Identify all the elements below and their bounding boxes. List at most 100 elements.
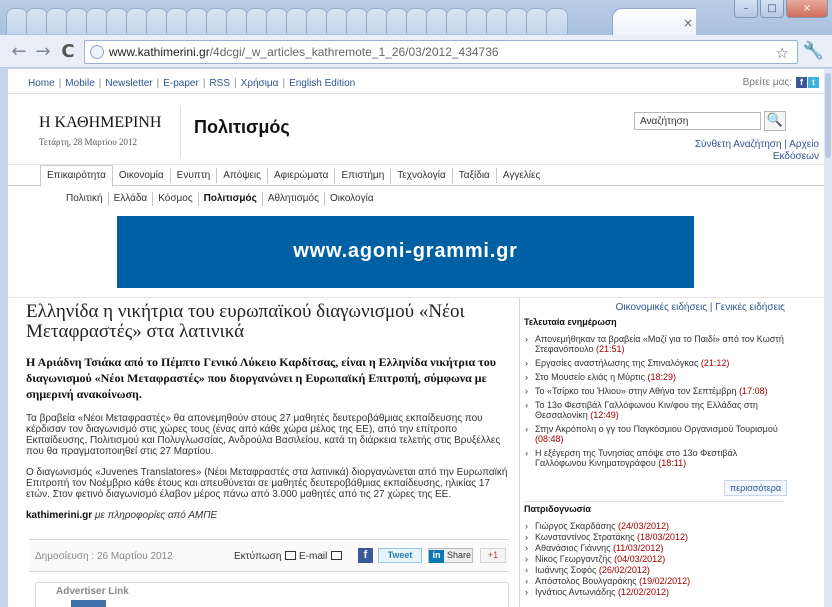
subnav-culture[interactable]: Πολιτισμός: [199, 192, 263, 206]
back-icon[interactable]: ←: [8, 41, 30, 63]
latest-news-item[interactable]: Απονεμήθηκαν τα βραβεία «Μαζί για το Παι…: [525, 334, 785, 354]
tab-shape[interactable]: [466, 8, 488, 34]
tab-shape[interactable]: [446, 8, 468, 34]
nav-tab-current-affairs[interactable]: Επικαιρότητα: [40, 165, 113, 187]
subnav-sports[interactable]: Αθλητισμός: [263, 192, 325, 206]
tab-shape[interactable]: [206, 8, 228, 34]
page-scrollbar[interactable]: [824, 69, 832, 607]
tab-shape[interactable]: [226, 8, 248, 34]
advertiser-link-box[interactable]: Advertiser Link: [35, 582, 509, 607]
tab-shape[interactable]: [426, 8, 448, 34]
tab-shape[interactable]: [526, 8, 548, 34]
nav-tab-technology[interactable]: Τεχνολογία: [391, 168, 453, 183]
nav-tab-science[interactable]: Επιστήμη: [335, 168, 392, 183]
twitter-icon[interactable]: t: [808, 77, 819, 88]
tab-shape[interactable]: [146, 8, 168, 34]
tab-shape[interactable]: [246, 8, 268, 34]
latest-news-item[interactable]: Στο Μουσείο ελιάς η Μύρτις (18:29): [525, 372, 785, 382]
printer-icon: [285, 551, 297, 560]
advertisement-banner[interactable]: www.agoni-grammi.gr: [117, 216, 694, 288]
tab-close-icon[interactable]: ×: [681, 16, 695, 30]
nav-tab-print[interactable]: Ενυπτη: [171, 168, 218, 183]
more-button[interactable]: περισσότερα: [724, 480, 787, 496]
address-bar[interactable]: www.kathimerini.gr/4dcgi/_w_articles_kat…: [84, 40, 798, 64]
subnav-world[interactable]: Κόσμος: [153, 192, 199, 206]
latest-news-item[interactable]: Εργασίες αναστήλωσης της Σπιναλόγκας (21…: [525, 358, 785, 368]
tab-shape[interactable]: [266, 8, 288, 34]
scrollbar-thumb[interactable]: [825, 73, 831, 158]
tab-shape[interactable]: [546, 8, 568, 34]
tab-shape[interactable]: [126, 8, 148, 34]
banner-url[interactable]: www.agoni-grammi.gr: [117, 240, 694, 263]
source-site[interactable]: kathimerini.gr: [26, 510, 92, 521]
column-author-item[interactable]: Γιώργος Σκαρδάσης (24/03/2012): [525, 521, 785, 531]
column-author-item[interactable]: Νίκος Γεωργαντζής (04/03/2012): [525, 554, 785, 564]
subnav-ecology[interactable]: Οικολογία: [325, 192, 379, 206]
tab-shape[interactable]: [6, 8, 28, 34]
site-brand[interactable]: Η ΚΑΘΗΜΕΡΙΝΗ Τετάρτη, 28 Μαρτίου 2012: [39, 114, 169, 154]
nav-tab-opinions[interactable]: Απόψεις: [217, 168, 268, 183]
tab-shape[interactable]: [106, 8, 128, 34]
search-icon[interactable]: 🔍: [764, 111, 786, 131]
tab-shape[interactable]: [346, 8, 368, 34]
top-link-epaper[interactable]: E-paper: [163, 78, 199, 89]
facebook-icon[interactable]: f: [796, 77, 807, 88]
close-window-button[interactable]: ×: [786, 0, 828, 18]
google-plus-button[interactable]: +1: [480, 548, 506, 563]
tab-shape[interactable]: [286, 8, 308, 34]
reload-icon[interactable]: C: [57, 41, 79, 63]
tab-shape[interactable]: [26, 8, 48, 34]
column-author-item[interactable]: Απόστολος Βουλγαράκης (19/02/2012): [525, 576, 785, 586]
email-button[interactable]: E-mail: [299, 551, 343, 562]
top-link-english-edition[interactable]: English Edition: [289, 78, 355, 89]
minimize-button[interactable]: –: [734, 0, 758, 18]
advanced-search-links[interactable]: Σύνθετη Αναζήτηση | Αρχείο Εκδόσεων: [659, 139, 819, 163]
url-text[interactable]: www.kathimerini.gr/4dcgi/_w_articles_kat…: [109, 45, 499, 59]
tab-shape[interactable]: [326, 8, 348, 34]
facebook-share-icon[interactable]: f: [358, 548, 373, 563]
tab-shape[interactable]: [46, 8, 68, 34]
settings-wrench-icon[interactable]: 🔧: [803, 41, 824, 61]
nav-tab-economy[interactable]: Οικονομία: [113, 168, 171, 183]
tab-shape[interactable]: [86, 8, 108, 34]
top-link-useful[interactable]: Χρήσιμα: [241, 78, 279, 89]
sidebar-news-links[interactable]: Οικονομικές ειδήσεις | Γενικές ειδήσεις: [616, 302, 785, 313]
top-link-home[interactable]: Home: [28, 78, 55, 89]
nav-tab-classifieds[interactable]: Αγγελίες: [497, 168, 546, 183]
subnav-greece[interactable]: Ελλάδα: [109, 192, 154, 206]
tab-shape[interactable]: [166, 8, 188, 34]
tab-shape[interactable]: [506, 8, 528, 34]
tab-shape[interactable]: [486, 8, 508, 34]
kathimerini-logo[interactable]: Η ΚΑΘΗΜΕΡΙΝΗ: [39, 114, 169, 132]
column-author-item[interactable]: Κωνσταντίνος Στρατάκης (18/03/2012): [525, 532, 785, 542]
nav-tab-travel[interactable]: Ταξίδια: [453, 168, 497, 183]
tab-shape[interactable]: [306, 8, 328, 34]
column-author-item[interactable]: Ιωάννης Σοφός (26/02/2012): [525, 565, 785, 575]
linkedin-share-button[interactable]: in Share: [428, 548, 473, 563]
latest-news-item[interactable]: Στην Ακρόπολη ο γγ του Παγκόσμιου Οργανι…: [525, 424, 785, 444]
browser-window: × – □ × ← → C www.kathimerini.gr/4dcgi/_…: [0, 0, 832, 607]
tab-shape[interactable]: [66, 8, 88, 34]
latest-news-item[interactable]: Το «Τσίρκο του Ήλιου» στην Αθήνα τον Σεπ…: [525, 386, 785, 396]
site-search-input[interactable]: Αναζήτηση: [634, 112, 761, 130]
latest-news-item[interactable]: Το 13ο Φεστιβάλ Γαλλόφωνου Κιν/φου της Ε…: [525, 400, 785, 420]
tab-shape[interactable]: [386, 8, 408, 34]
top-link-mobile[interactable]: Mobile: [65, 78, 94, 89]
top-link-rss[interactable]: RSS: [209, 78, 230, 89]
maximize-button[interactable]: □: [760, 0, 784, 18]
active-tab[interactable]: ×: [612, 8, 696, 36]
tweet-button[interactable]: Tweet: [378, 548, 422, 563]
column-author-item[interactable]: Ιγνάτιος Αντωνιάδης (12/02/2012): [525, 587, 785, 597]
tab-shape[interactable]: [186, 8, 208, 34]
tab-shape[interactable]: [406, 8, 428, 34]
tab-shape[interactable]: [366, 8, 388, 34]
advertiser-thumbnail[interactable]: [71, 600, 106, 607]
forward-icon[interactable]: →: [32, 41, 54, 63]
latest-news-item[interactable]: Η εξέγερση της Τυνησίας απόψε στο 13ο Φε…: [525, 448, 785, 468]
top-link-newsletter[interactable]: Newsletter: [105, 78, 152, 89]
nav-tab-features[interactable]: Αφιερώματα: [268, 168, 336, 183]
column-author-item[interactable]: Αθανάσιος Γιάννης (11/03/2012): [525, 543, 785, 553]
bookmark-star-icon[interactable]: ☆: [776, 44, 789, 62]
print-button[interactable]: Εκτύπωση: [234, 551, 297, 562]
subnav-politics[interactable]: Πολιτική: [61, 192, 109, 206]
